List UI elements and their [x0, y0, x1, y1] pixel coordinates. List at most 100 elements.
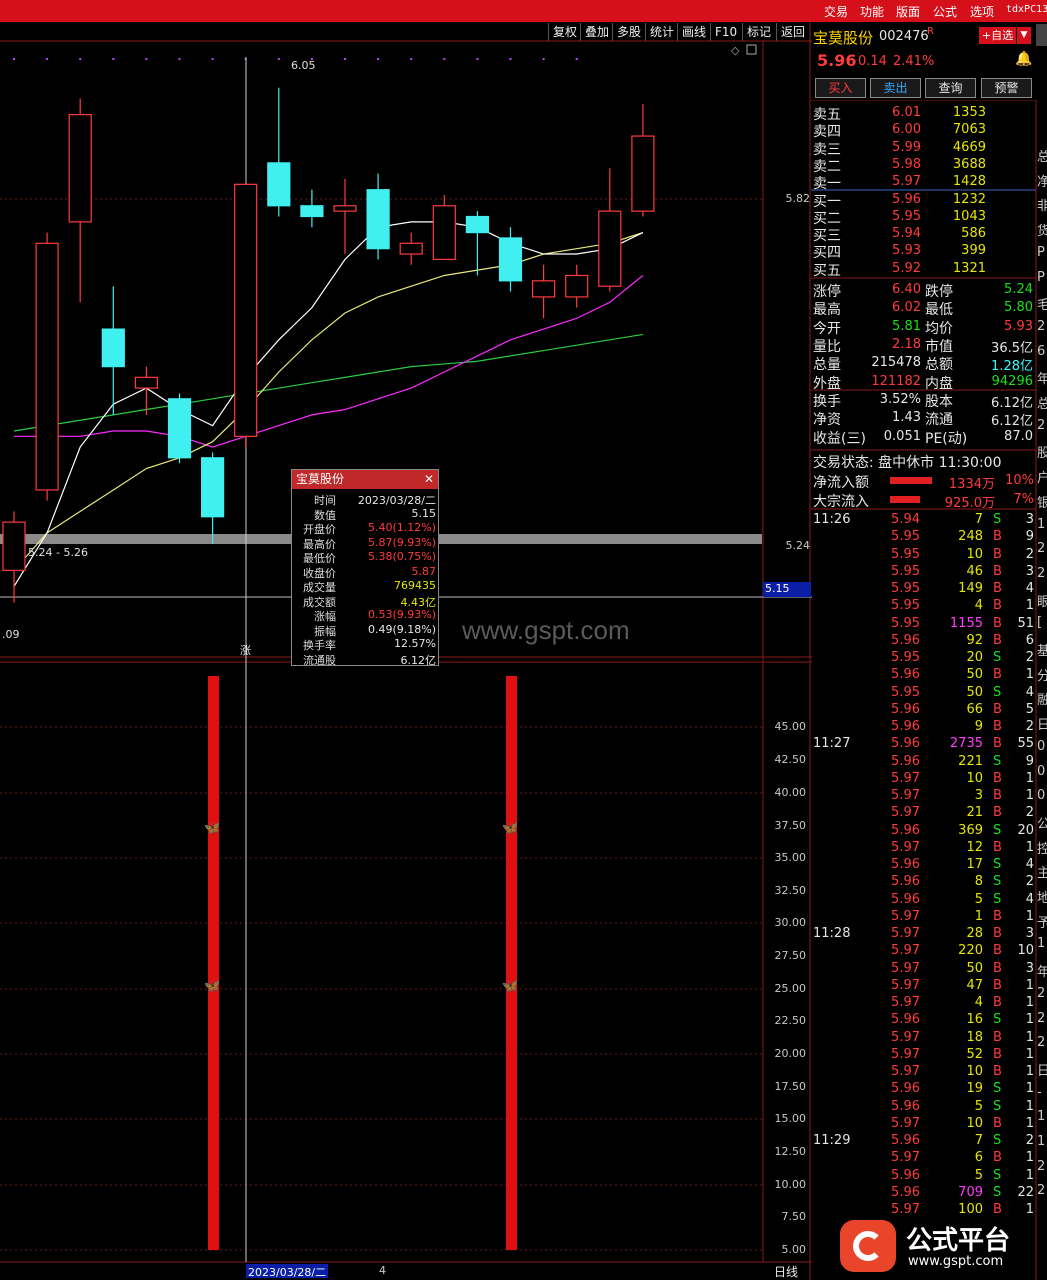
- far-right-char: 眼: [1037, 594, 1047, 610]
- flow-label: 净流入额: [813, 475, 869, 491]
- order-book-volume: 7063: [952, 122, 986, 138]
- signal-dot: [13, 58, 15, 60]
- indicator-axis-label: 5.00: [781, 1243, 807, 1256]
- stock-name: 宝莫股份: [813, 29, 874, 47]
- tick-price: 5.97: [891, 908, 920, 924]
- logo-url: www.gspt.com: [908, 1254, 1004, 1269]
- signal-dot: [112, 58, 115, 60]
- candle-body: [201, 457, 225, 518]
- crosshair-date-label: 2023/03/28/二: [246, 1264, 329, 1279]
- far-right-char: 总: [1037, 150, 1047, 165]
- tick-volume: 4: [974, 598, 983, 614]
- menu-options[interactable]: 选项: [970, 3, 994, 20]
- price-axis-label: 5.82: [785, 192, 811, 205]
- tick-count: 1: [1025, 598, 1034, 614]
- far-right-char: 日: [1037, 1063, 1047, 1079]
- chevron-down-icon[interactable]: ▼: [1017, 27, 1031, 44]
- diamond-icon[interactable]: ◇: [731, 44, 740, 57]
- bell-icon[interactable]: 🔔: [1015, 51, 1032, 67]
- tick-volume: 21: [966, 805, 983, 821]
- tick-count: 1: [1025, 1098, 1034, 1114]
- tick-count: 4: [1025, 857, 1034, 872]
- tick-count: 1: [1025, 839, 1034, 855]
- order-book-price: 5.98: [892, 156, 921, 172]
- far-right-char: 主: [1037, 866, 1047, 882]
- far-right-char: 0: [1037, 738, 1046, 754]
- far-right-char: 2: [1037, 985, 1046, 1001]
- last-price: 5.96: [817, 51, 857, 70]
- tick-side: B: [993, 667, 1002, 683]
- menu-layout[interactable]: 版面: [896, 3, 920, 20]
- popup-row: 振幅 0.49(9.18%): [292, 623, 438, 638]
- far-right-char: 0: [1037, 788, 1046, 804]
- tick-volume: 4: [974, 995, 983, 1010]
- menu-formula[interactable]: 公式: [933, 3, 957, 20]
- far-right-char: 银: [1037, 495, 1047, 511]
- indicator-axis-label: 20.00: [774, 1047, 807, 1060]
- tick-price: 5.97: [891, 805, 920, 821]
- indicator-bar: [506, 676, 517, 1250]
- tick-side: S: [993, 684, 1002, 700]
- query-button[interactable]: 查询: [925, 78, 976, 98]
- popup-row-value: 5.40(1.12%): [367, 521, 436, 534]
- stat-value: 6.02: [892, 300, 921, 316]
- indicator-axis-label: 35.00: [774, 851, 807, 864]
- tick-price: 5.96: [891, 1167, 920, 1183]
- tick-count: 3: [1025, 512, 1034, 527]
- tick-side: S: [993, 650, 1002, 665]
- tick-side: B: [993, 719, 1002, 734]
- tick-count: 1: [1025, 788, 1034, 803]
- sell-button[interactable]: 卖出: [870, 78, 921, 98]
- tick-price: 5.96: [891, 857, 920, 872]
- tick-time: 11:26: [813, 512, 851, 527]
- tick-price: 5.97: [891, 839, 920, 855]
- high-price-mark: 6.05: [291, 59, 316, 72]
- popup-row: 最低价 5.38(0.75%): [292, 550, 438, 565]
- tick-volume: 1155: [949, 615, 983, 631]
- far-right-char: 股: [1037, 446, 1047, 462]
- tick-side: B: [993, 1202, 1002, 1217]
- close-icon[interactable]: ✕: [424, 470, 434, 489]
- stat-value: 6.12亿: [991, 396, 1033, 411]
- menu-trade[interactable]: 交易: [824, 3, 848, 20]
- menu-function[interactable]: 功能: [860, 3, 884, 20]
- tick-volume: 6: [974, 1150, 983, 1166]
- stat-label: 最高: [813, 302, 841, 319]
- tick-count: 1: [1025, 977, 1034, 993]
- alert-button[interactable]: 预警: [981, 78, 1032, 98]
- order-book-volume: 1043: [952, 208, 986, 224]
- tick-side: B: [993, 615, 1002, 631]
- popup-row: 流通股 6.12亿: [292, 652, 438, 667]
- tick-price: 5.96: [891, 1133, 920, 1148]
- site-logo: 公式平台 www.gspt.com: [840, 1216, 1040, 1276]
- add-watchlist-button[interactable]: +自选: [979, 27, 1016, 44]
- tick-volume: 52: [966, 1046, 983, 1062]
- tick-side: B: [993, 1150, 1002, 1166]
- far-right-char: 2: [1037, 1183, 1046, 1199]
- candle-body: [432, 205, 456, 260]
- tick-price: 5.96: [891, 736, 920, 752]
- tick-volume: 17: [966, 857, 983, 872]
- panel-scroll-handle[interactable]: [1036, 24, 1047, 46]
- tick-count: 2: [1025, 546, 1034, 562]
- stat-label: 流通: [925, 412, 953, 429]
- maximize-icon[interactable]: [746, 44, 757, 55]
- tick-side: B: [993, 546, 1002, 562]
- tick-side: S: [993, 1167, 1002, 1183]
- candle-body: [300, 205, 324, 218]
- tick-count: 22: [1017, 1184, 1034, 1200]
- tick-count: 3: [1025, 960, 1034, 976]
- far-right-char: 2: [1037, 318, 1046, 334]
- tick-side: B: [993, 960, 1002, 976]
- signal-dot: [410, 58, 413, 60]
- stat-value: 3.52%: [879, 392, 921, 407]
- period-label[interactable]: 日线: [774, 1263, 798, 1280]
- low-price-mark: .09: [2, 628, 20, 641]
- buy-button[interactable]: 买入: [815, 78, 866, 98]
- flow-pct: 7%: [1013, 492, 1034, 507]
- far-right-char: 予: [1037, 915, 1047, 931]
- order-book-price: 5.95: [892, 208, 921, 224]
- tick-price: 5.95: [891, 546, 920, 562]
- tick-side: B: [993, 926, 1002, 941]
- tick-count: 1: [1025, 1167, 1034, 1183]
